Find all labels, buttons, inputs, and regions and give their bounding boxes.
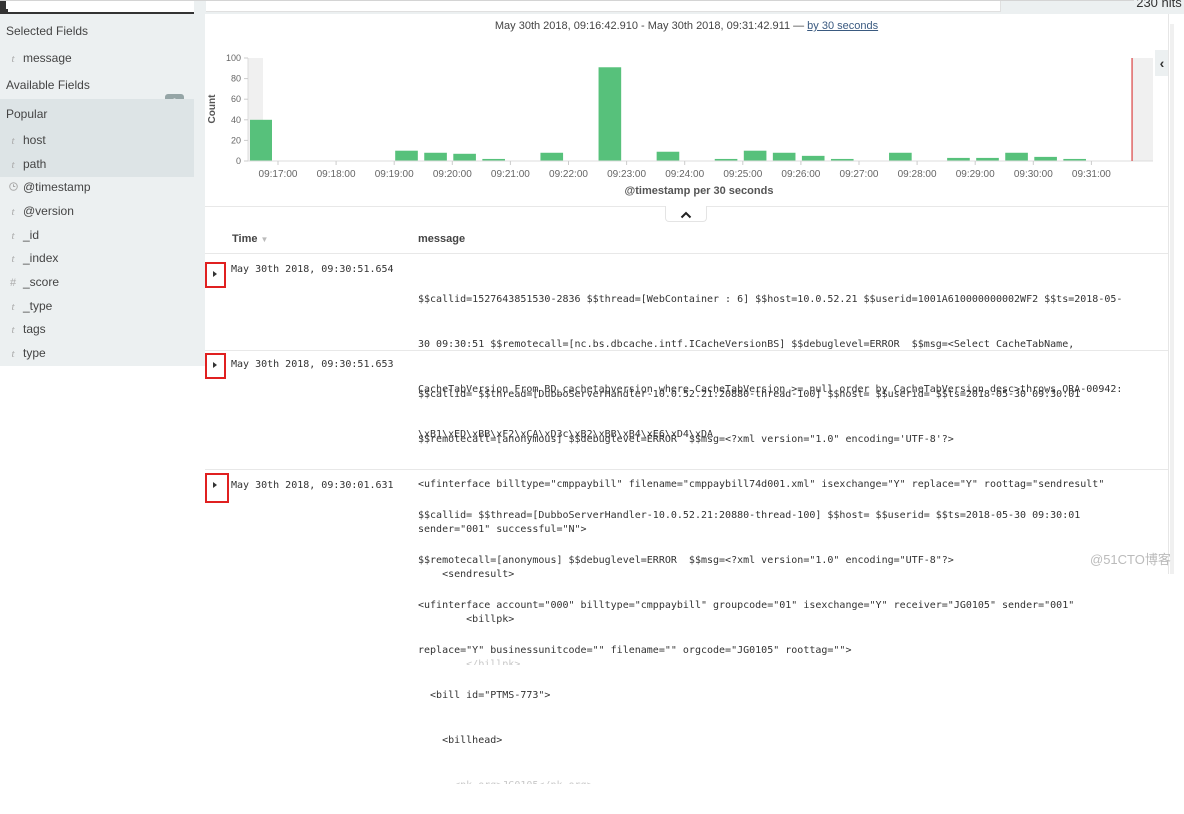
row-message: $$callid= $$thread=[DubboServerHandler-1… [418, 510, 1081, 784]
field-item-id[interactable]: t _id [0, 224, 194, 246]
watermark: @51CTO博客 [1090, 552, 1171, 567]
x-tick-label: 09:26:00 [781, 169, 820, 180]
x-tick-label: 09:25:00 [723, 169, 762, 180]
x-tick-label: 09:24:00 [665, 169, 704, 180]
caret-right-icon [213, 482, 217, 488]
histogram-bar [250, 119, 272, 161]
page-scrollbar[interactable] [1168, 14, 1184, 574]
selected-fields-heading: Selected Fields [6, 24, 89, 38]
histogram-bar [1034, 156, 1057, 161]
string-type-icon: t [11, 348, 15, 360]
histogram-bar [424, 152, 447, 161]
y-tick-label: 0 [236, 156, 241, 166]
string-type-icon: t [11, 230, 15, 242]
histogram-bar [598, 67, 622, 161]
string-type-icon: t [11, 301, 15, 313]
caret-right-icon [213, 271, 217, 277]
histogram-panel: May 30th 2018, 09:16:42.910 - May 30th 2… [205, 14, 1168, 206]
string-type-icon: t [11, 53, 15, 65]
histogram-bar [772, 152, 796, 161]
histogram-bar [889, 152, 912, 161]
y-tick-label: 80 [231, 74, 241, 84]
main-gutter [194, 14, 205, 574]
histogram-bar [656, 151, 680, 161]
x-tick-label: 09:21:00 [491, 169, 530, 180]
y-tick-label: 100 [226, 53, 241, 63]
histogram-bar [743, 150, 767, 161]
expand-row-button[interactable] [205, 473, 229, 503]
sort-descending-icon[interactable]: ▼ [260, 235, 268, 244]
top-bar [0, 0, 1184, 15]
field-item-timestamp[interactable]: @timestamp [0, 176, 194, 198]
logo-strip [0, 1, 194, 15]
histogram-bar [1005, 152, 1028, 161]
scrollbar-thumb[interactable] [1170, 24, 1174, 574]
field-item-type[interactable]: t type [0, 342, 194, 364]
field-item-version[interactable]: t @version [0, 200, 194, 222]
string-type-icon: t [11, 135, 15, 147]
field-item-message[interactable]: t message [0, 47, 194, 69]
expand-row-button[interactable] [205, 353, 226, 379]
field-sidebar: Selected Fields t message Available Field… [0, 14, 194, 366]
string-type-icon: t [11, 253, 15, 265]
x-tick-label: 09:18:00 [317, 169, 356, 180]
string-type-icon: t [11, 206, 15, 218]
field-item-type-underscore[interactable]: t _type [0, 295, 194, 317]
string-type-icon: t [11, 159, 15, 171]
x-tick-label: 09:17:00 [259, 169, 298, 180]
histogram-bar [540, 152, 564, 161]
row-time: May 30th 2018, 09:30:51.653 [231, 359, 394, 370]
app-logo-icon [0, 1, 8, 12]
collapse-chart-button[interactable] [665, 206, 707, 222]
query-bar[interactable] [206, 1, 1001, 12]
caret-right-icon [213, 362, 217, 368]
table-row: May 30th 2018, 09:30:01.631 $$callid= $$… [205, 473, 1168, 784]
field-item-index[interactable]: t _index [0, 247, 194, 269]
x-tick-label: 09:30:00 [1014, 169, 1053, 180]
column-header-message[interactable]: message [418, 233, 465, 245]
table-row: May 30th 2018, 09:30:51.654 $$callid=152… [205, 262, 1168, 440]
field-item-path[interactable]: t path [0, 153, 194, 175]
y-tick-label: 40 [231, 115, 241, 125]
histogram-bar [801, 155, 825, 161]
x-tick-label: 09:27:00 [840, 169, 879, 180]
histogram-bar [453, 153, 476, 161]
available-fields-heading: Available Fields [6, 78, 90, 92]
histogram-chart[interactable]: 0 20 40 60 80 100 Count 09:17:00 09:18:00 09:19:0… [205, 14, 1168, 206]
x-tick-label: 09:22:00 [549, 169, 588, 180]
chevron-up-icon [680, 211, 692, 219]
collapse-sidebar-button[interactable]: ‹ [1155, 50, 1169, 76]
y-axis-title: Count [207, 94, 218, 124]
partial-bucket-end [1132, 58, 1153, 161]
field-item-score[interactable]: # _score [0, 271, 194, 293]
number-type-icon: # [9, 277, 17, 289]
expand-row-button[interactable] [205, 262, 226, 288]
row-time: May 30th 2018, 09:30:51.654 [231, 264, 394, 275]
x-tick-label: 09:20:00 [433, 169, 472, 180]
x-tick-label: 09:19:00 [375, 169, 414, 180]
y-tick-label: 60 [231, 94, 241, 104]
x-axis-title: @timestamp per 30 seconds [625, 185, 774, 197]
field-item-host[interactable]: t host [0, 129, 194, 151]
x-tick-label: 09:23:00 [607, 169, 646, 180]
column-header-time[interactable]: Time ▼ [232, 233, 268, 245]
x-tick-label: 09:28:00 [898, 169, 937, 180]
x-tick-label: 09:29:00 [956, 169, 995, 180]
x-tick-label: 09:31:00 [1072, 169, 1111, 180]
y-tick-label: 20 [231, 135, 241, 145]
field-item-tags[interactable]: t tags [0, 318, 194, 340]
row-time: May 30th 2018, 09:30:01.631 [231, 480, 394, 491]
string-type-icon: t [11, 324, 15, 336]
table-row: May 30th 2018, 09:30:51.653 $$callid= $$… [205, 353, 1168, 665]
histogram-bar [395, 150, 418, 161]
chevron-left-icon: ‹ [1159, 55, 1165, 71]
doc-table-header: Time ▼ message [205, 224, 1168, 254]
clock-icon [6, 177, 20, 199]
popular-heading: Popular [6, 107, 48, 121]
